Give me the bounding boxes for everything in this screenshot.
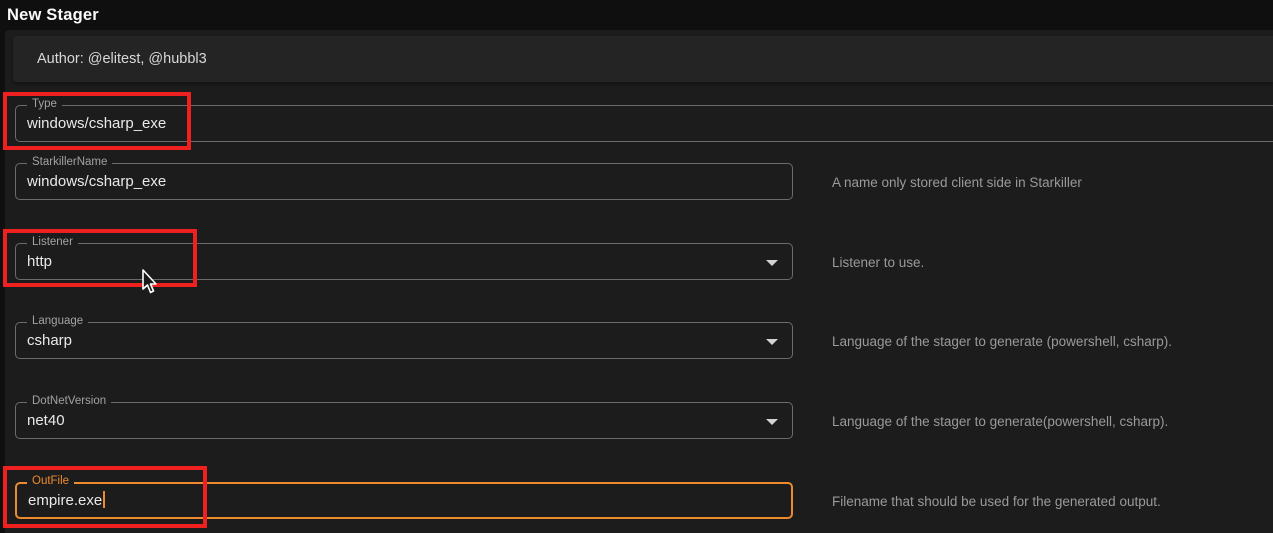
listener-helper-text: Listener to use. xyxy=(832,255,924,270)
dotnetversion-label: DotNetVersion xyxy=(27,394,111,409)
chevron-down-icon[interactable] xyxy=(766,419,778,425)
chevron-down-icon[interactable] xyxy=(766,339,778,345)
outfile-value: empire.exe xyxy=(28,492,102,509)
type-select[interactable]: Type windows/csharp_exe xyxy=(15,105,1273,142)
stager-form-card: Author: @elitest, @hubbl3 Type windows/c… xyxy=(5,30,1273,533)
author-text: Author: @elitest, @hubbl3 xyxy=(13,36,1273,82)
starkillername-value: windows/csharp_exe xyxy=(16,164,792,199)
author-panel: Author: @elitest, @hubbl3 xyxy=(13,36,1273,82)
dotnetversion-select[interactable]: DotNetVersion net40 xyxy=(15,402,793,439)
outfile-value-wrap: empire.exe xyxy=(17,484,791,517)
starkillername-helper-text: A name only stored client side in Starki… xyxy=(832,175,1082,190)
starkillername-label: StarkillerName xyxy=(27,155,112,170)
dotnetversion-helper-text: Language of the stager to generate(power… xyxy=(832,414,1168,429)
listener-label: Listener xyxy=(27,235,78,250)
language-helper-text: Language of the stager to generate (powe… xyxy=(832,334,1172,349)
outfile-label: OutFile xyxy=(27,474,74,489)
dotnetversion-value: net40 xyxy=(16,403,792,438)
text-caret xyxy=(103,491,105,508)
starkillername-input[interactable]: StarkillerName windows/csharp_exe xyxy=(15,163,793,200)
outfile-helper-text: Filename that should be used for the gen… xyxy=(832,494,1161,509)
type-label: Type xyxy=(27,97,62,112)
listener-select[interactable]: Listener http xyxy=(15,243,793,280)
outfile-input[interactable]: OutFile empire.exe xyxy=(15,482,793,519)
language-value: csharp xyxy=(16,323,792,358)
page-title: New Stager xyxy=(7,0,99,30)
mouse-cursor xyxy=(141,269,159,297)
listener-value: http xyxy=(16,244,792,279)
type-value: windows/csharp_exe xyxy=(16,106,1273,141)
language-select[interactable]: Language csharp xyxy=(15,322,793,359)
chevron-down-icon[interactable] xyxy=(766,260,778,266)
language-label: Language xyxy=(27,314,88,329)
page-header: New Stager xyxy=(0,0,1273,30)
new-stager-screen: New Stager Author: @elitest, @hubbl3 Typ… xyxy=(0,0,1273,533)
